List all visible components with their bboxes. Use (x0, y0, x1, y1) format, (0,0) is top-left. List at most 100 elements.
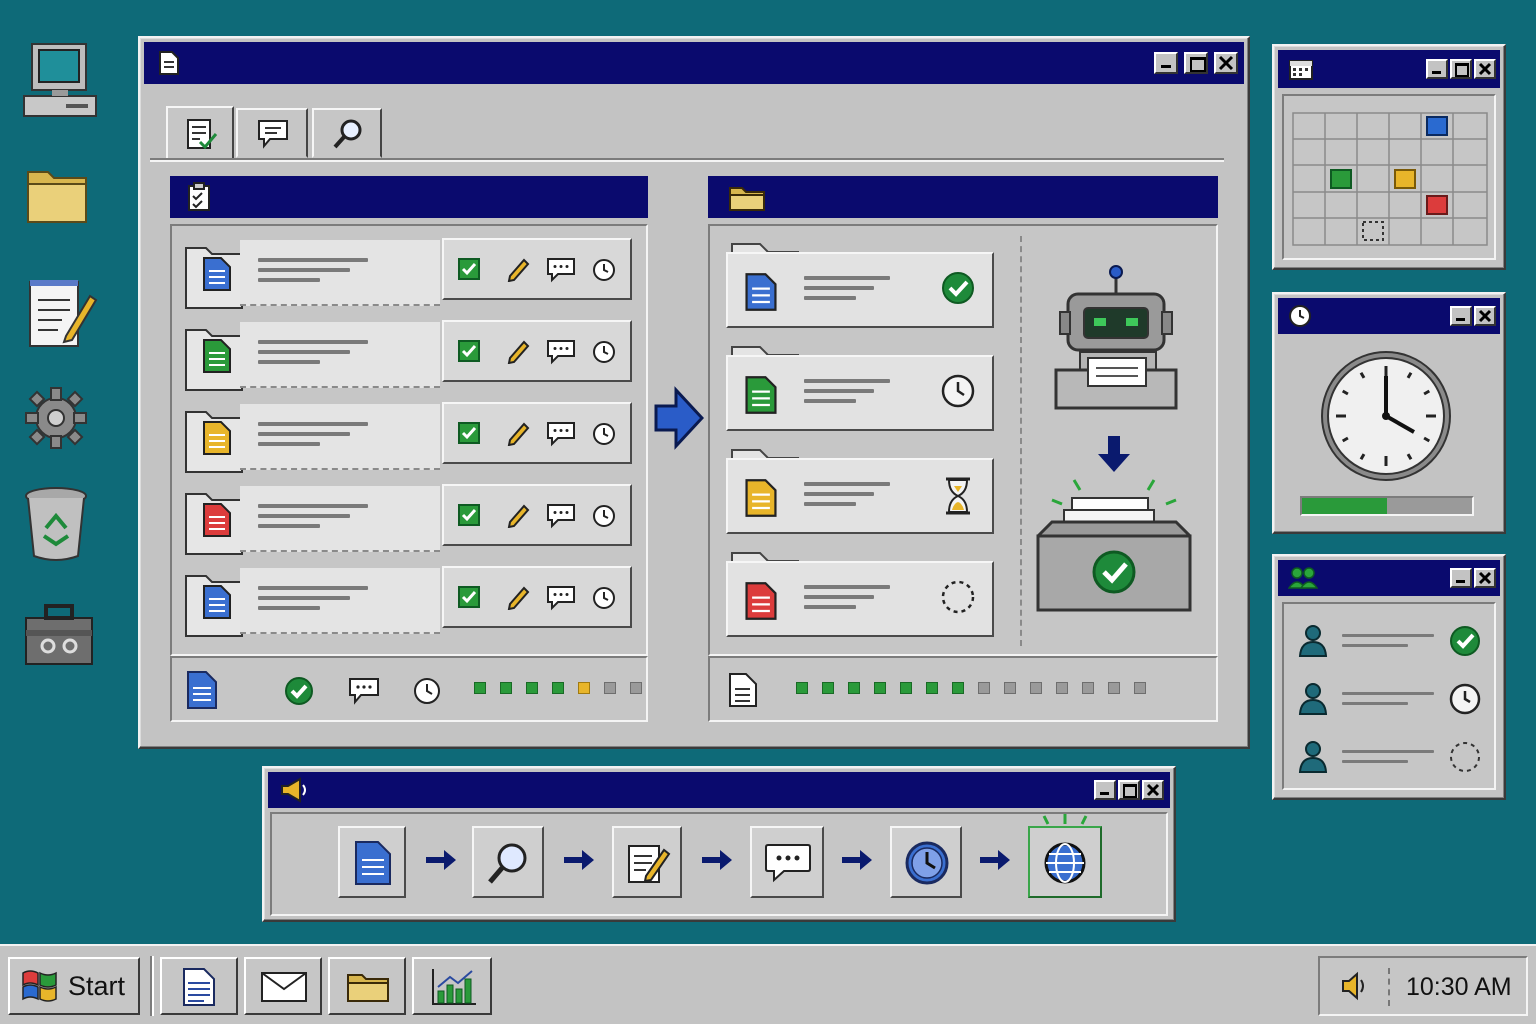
maximize-button[interactable] (1184, 52, 1208, 74)
user-row[interactable] (1294, 622, 1484, 662)
user-row[interactable] (1294, 738, 1484, 778)
checklist-row[interactable] (180, 318, 636, 394)
recycle-bin-icon[interactable] (22, 484, 94, 561)
outbox-panel (708, 224, 1218, 656)
progress-step (604, 682, 616, 694)
close-button[interactable] (1214, 52, 1238, 74)
taskbar-app-chart[interactable] (412, 957, 492, 1015)
status-scheduled-icon (1448, 682, 1482, 716)
pipeline-step-document[interactable] (338, 826, 406, 898)
checklist-panel (170, 224, 648, 656)
checked-checkbox[interactable] (458, 258, 480, 280)
maximize-button[interactable] (1450, 59, 1472, 79)
outbox-item[interactable] (726, 240, 996, 332)
calendar-event-green[interactable] (1330, 169, 1352, 189)
toolbox-icon[interactable] (22, 600, 94, 672)
taskbar-app-documents[interactable] (160, 957, 238, 1015)
comment-icon[interactable] (546, 339, 576, 365)
minimize-button[interactable] (1154, 52, 1178, 74)
row-content (240, 404, 440, 470)
globe-icon (1042, 840, 1088, 886)
tray-clock[interactable]: 10:30 AM (1406, 973, 1512, 1002)
clock-icon[interactable] (592, 422, 616, 446)
tab-comments[interactable] (236, 108, 308, 158)
checked-checkbox[interactable] (458, 504, 480, 526)
user-avatar-icon (1298, 624, 1328, 658)
clock-icon[interactable] (592, 340, 616, 364)
tab-tasks[interactable] (166, 106, 234, 162)
pencil-icon[interactable] (506, 420, 532, 446)
close-button[interactable] (1474, 306, 1496, 326)
close-button[interactable] (1474, 568, 1496, 588)
comments-tab-icon (256, 118, 290, 150)
outbox-item[interactable] (726, 343, 996, 435)
folder-icon[interactable] (22, 162, 94, 234)
calendar-icon (1288, 57, 1314, 81)
checked-checkbox[interactable] (458, 422, 480, 444)
minimize-button[interactable] (1450, 568, 1472, 588)
progress-step (474, 682, 486, 694)
status-complete-icon (1448, 624, 1482, 658)
pipeline-step-edit[interactable] (612, 826, 682, 898)
progress-step (1108, 682, 1120, 694)
start-label: Start (68, 971, 126, 1001)
document-icon (202, 584, 232, 620)
checked-checkbox[interactable] (458, 586, 480, 608)
clock-icon[interactable] (592, 504, 616, 528)
row-content (240, 486, 440, 552)
comment-icon[interactable] (546, 257, 576, 283)
checklist-row[interactable] (180, 236, 636, 312)
minimize-button[interactable] (1094, 780, 1116, 800)
comment-icon[interactable] (546, 585, 576, 611)
tab-search[interactable] (312, 108, 382, 158)
pencil-icon[interactable] (506, 584, 532, 610)
clock-icon[interactable] (592, 586, 616, 610)
pipeline-step-publish[interactable] (1028, 826, 1102, 898)
calendar-titlebar[interactable] (1278, 50, 1500, 88)
outbox-item[interactable] (726, 446, 996, 538)
arrow-right-icon (840, 848, 874, 872)
comment-icon[interactable] (546, 503, 576, 529)
pipeline-titlebar[interactable] (268, 772, 1170, 808)
outbox-card (726, 355, 994, 431)
checklist-row[interactable] (180, 400, 636, 476)
checklist-row[interactable] (180, 482, 636, 558)
calendar-event-blue[interactable] (1426, 116, 1448, 136)
completed-tray-icon (1034, 466, 1194, 636)
pencil-icon[interactable] (506, 338, 532, 364)
clock-titlebar[interactable] (1278, 298, 1500, 334)
taskbar-app-mail[interactable] (244, 957, 322, 1015)
checklist-row[interactable] (180, 564, 636, 640)
outbox-item[interactable] (726, 549, 996, 641)
pipeline-step-clock[interactable] (890, 826, 962, 898)
speaker-icon[interactable] (1340, 970, 1372, 1002)
settings-gear-icon[interactable] (22, 384, 94, 456)
pencil-icon[interactable] (506, 502, 532, 528)
taskbar-app-folder[interactable] (328, 957, 406, 1015)
clock-icon[interactable] (592, 258, 616, 282)
maximize-button[interactable] (1118, 780, 1140, 800)
progress-step (978, 682, 990, 694)
clock-icon (904, 840, 950, 886)
users-titlebar[interactable] (1278, 560, 1500, 596)
checked-checkbox[interactable] (458, 340, 480, 362)
close-button[interactable] (1474, 59, 1496, 79)
calendar-event-red[interactable] (1426, 195, 1448, 215)
start-button[interactable]: Start (8, 957, 140, 1015)
main-window-titlebar[interactable] (144, 42, 1244, 84)
user-row[interactable] (1294, 680, 1484, 720)
close-button[interactable] (1142, 780, 1164, 800)
pencil-icon[interactable] (506, 256, 532, 282)
calendar-event-empty[interactable] (1362, 221, 1384, 241)
pipeline-step-chat[interactable] (750, 826, 824, 898)
minimize-button[interactable] (1450, 306, 1472, 326)
row-actions (442, 566, 632, 628)
calendar-window (1272, 44, 1506, 270)
pipeline-step-search[interactable] (472, 826, 544, 898)
computer-icon[interactable] (22, 42, 97, 117)
comment-icon[interactable] (546, 421, 576, 447)
outbox-card (726, 252, 994, 328)
notepad-icon[interactable] (22, 276, 98, 348)
minimize-button[interactable] (1426, 59, 1448, 79)
calendar-event-yellow[interactable] (1394, 169, 1416, 189)
